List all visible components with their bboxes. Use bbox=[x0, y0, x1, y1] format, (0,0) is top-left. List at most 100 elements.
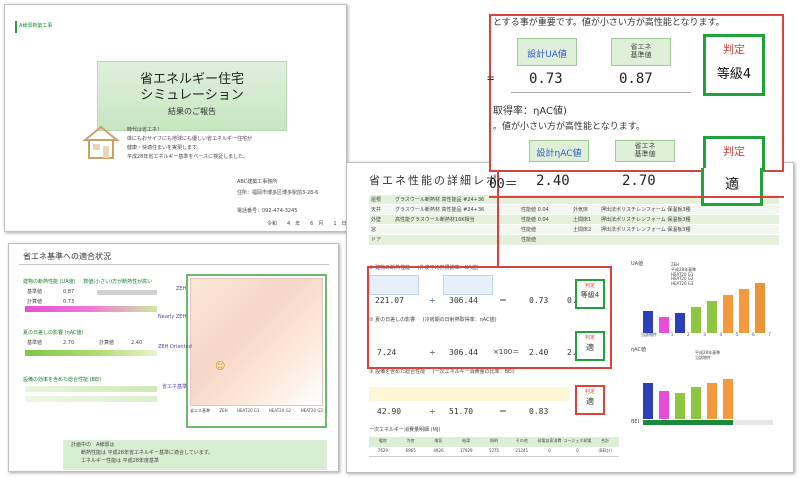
chart-x-label: HEAT20 G2 bbox=[268, 408, 292, 413]
sec3-formula-band bbox=[369, 387, 569, 401]
ua-x-label: 2 bbox=[687, 332, 690, 337]
company-name: ABC建築工事務所 bbox=[237, 179, 278, 185]
ua-x-label: 7 bbox=[768, 332, 771, 337]
energy-val: 0 bbox=[576, 448, 579, 453]
cover-intro-line: 平成28年省エネルギー基準をベースに検証しました。 bbox=[127, 154, 249, 160]
zoom-ua-value: 0.73 bbox=[529, 71, 563, 87]
cover-intro-line: 時代は省エネ！ bbox=[127, 127, 163, 133]
energy-col: 冷房 bbox=[406, 438, 415, 443]
section-bei-title: 設備の効率を含めた総合性能 (BEI) bbox=[23, 377, 102, 383]
eta-bar bbox=[643, 383, 653, 419]
cover-title-line-1: 省エネルギー住宅 bbox=[139, 72, 244, 87]
ua-bar bbox=[739, 289, 749, 333]
ua-bar bbox=[755, 283, 765, 333]
spec-val: 性能値 bbox=[521, 237, 537, 243]
sec3-sub: (一次エネルギー消費量の比率：BEI) bbox=[432, 369, 515, 375]
eta-bar bbox=[25, 350, 157, 356]
company-phone: 電話番号：092-474-3245 bbox=[237, 208, 298, 214]
zoom-ua-base-value: 0.87 bbox=[619, 71, 653, 87]
sec3-judge-value: 適 bbox=[586, 397, 594, 406]
ua-bar bbox=[643, 311, 653, 333]
cover-title-line-2: シミュレーション bbox=[140, 88, 244, 103]
energy-val: 5275 bbox=[488, 448, 500, 453]
spec-desc2: 押出法ポリスチレンフォーム 保温板3種 bbox=[601, 217, 691, 223]
title-underline bbox=[19, 264, 329, 265]
sec3-op-eq: ＝ bbox=[499, 407, 507, 416]
compliance-page: 省エネ基準への適合状況 建物の断熱性能 (UA値) 数値(小さい)方が断熱性が高… bbox=[8, 243, 339, 472]
spec-val: 性能値 bbox=[521, 227, 537, 233]
cover-page: A様邸新築工事 省エネルギー住宅 シミュレーション 結果のご報告 時代は省エネ！… bbox=[4, 4, 347, 232]
energy-table-values: 7629 6965 4926 17929 5275 21241 0 0 (BEI… bbox=[369, 447, 619, 457]
spec-part: 外壁 bbox=[371, 217, 382, 223]
chart-x-label: HEAT20 G1 bbox=[237, 408, 260, 413]
zoom-heading-2: 取得率：ηAC値) bbox=[493, 106, 567, 117]
section-ua-sub: 数値(小さい)方が断熱性が高い bbox=[83, 279, 153, 285]
bei-bar-2 bbox=[25, 396, 157, 402]
chart-y-label: Nearly ZEH bbox=[158, 314, 187, 320]
energy-val: 7629 bbox=[377, 448, 388, 453]
bei-label: BEI bbox=[631, 419, 640, 425]
energy-col: 発電自家消費 bbox=[537, 438, 562, 443]
energy-col: 給湯 bbox=[462, 438, 471, 443]
zoom-ua-judge-box: 判定 等級4 bbox=[703, 34, 765, 96]
zoom-base-head: 省エネ 基準値 bbox=[611, 38, 671, 66]
energy-table: 暖房 冷房 換気 給湯 照明 その他 発電自家消費 コージェネ発電 合計 762… bbox=[369, 437, 619, 457]
spec-row: ドア 性能値 bbox=[369, 235, 779, 245]
energy-col: 照明 bbox=[489, 438, 498, 443]
cover-subtitle: 結果のご報告 bbox=[168, 107, 216, 116]
spec-desc2: 押出法ポリスチレンフォーム 保温板3種 bbox=[601, 227, 691, 233]
spec-part: 窓 bbox=[371, 227, 377, 233]
zoom-eta-base-value: 2.70 bbox=[622, 173, 656, 189]
spec-desc2: 押出法ポリスチレンフォーム 保温板3種 bbox=[601, 207, 691, 213]
chart-green-border bbox=[186, 274, 327, 428]
chart-x-label: HEAT20 G3 bbox=[300, 408, 323, 413]
company-address: 住所：福岡市博多区博多駅前3-28-6 bbox=[237, 190, 319, 196]
spec-part2: 外気床 bbox=[573, 207, 589, 213]
spec-desc: 高性能グラスウール断熱材16K相当 bbox=[395, 217, 475, 223]
energy-val: 17929 bbox=[459, 448, 473, 453]
legend-item: 当該物件 bbox=[695, 354, 711, 360]
ua-x-label: 5 bbox=[735, 332, 739, 337]
spec-row: 天井 グラスウール断熱材 高性能品 #24+36 性能値 0.04 外気床 押出… bbox=[369, 205, 779, 215]
ua-x-label: 1 bbox=[670, 332, 674, 337]
zoom-callout: とする事が重要です。値が小さい方が高性能となります。 設計UA値 省エネ 基準値… bbox=[487, 14, 784, 172]
bei-row: BEI bbox=[631, 419, 781, 427]
ua-bar bbox=[675, 313, 685, 333]
result-line: エネルギー性能は 平成28年度基準 bbox=[81, 458, 159, 464]
eta-base-label: 基準値 bbox=[27, 340, 43, 346]
ua-x-label: 当該物件 bbox=[641, 332, 657, 337]
energy-table-title: 一次エネルギー消費量明細 (MJ) bbox=[369, 427, 440, 433]
eta-bar bbox=[723, 379, 733, 419]
zoom-ua-judge-value: 等級4 bbox=[716, 67, 752, 82]
eta-calc-label: 計算値 bbox=[99, 340, 115, 346]
energy-col: 換気 bbox=[434, 438, 443, 443]
ua-calc-label: 計算値 bbox=[27, 299, 43, 305]
spec-row: 窓 性能値 土間床2 押出法ポリスチレンフォーム 保温板3種 bbox=[369, 225, 779, 235]
zoom-eq: = bbox=[487, 71, 495, 85]
eta-chart-legend: 平成28年基準 当該物件 bbox=[695, 350, 720, 361]
chart-y-label: 省エネ基準 bbox=[162, 384, 188, 390]
chart-y-label: ZEH Oriented bbox=[158, 344, 192, 350]
zoom-eta-judge-label: 判定 bbox=[723, 145, 745, 158]
spec-part2: 土間床2 bbox=[573, 227, 592, 233]
bei-fill bbox=[643, 420, 733, 425]
ua-bar bbox=[707, 301, 717, 333]
legend-item: HEAT20 G3 bbox=[671, 281, 694, 287]
section-eta-note: (ηAC値) bbox=[64, 330, 84, 336]
energy-table-unit: (MJ) bbox=[430, 427, 441, 433]
ua-bar bbox=[723, 295, 733, 333]
spec-val: 性能値 0.04 bbox=[521, 207, 549, 213]
sec3-denominator: 51.70 bbox=[449, 407, 474, 416]
zoom-line-2: 。値が小さい方が高性能となります。 bbox=[493, 122, 645, 132]
sec3-bei-value: 0.83 bbox=[529, 407, 549, 416]
section-ua-label: 建物の断熱性能 bbox=[23, 279, 59, 285]
energy-col: その他 bbox=[515, 438, 528, 443]
zoom-ua-head-label: 設計UA値 bbox=[527, 50, 567, 60]
zoom-eta-head: 設計ηAC値 bbox=[529, 140, 589, 162]
ua-x-label: 3 bbox=[703, 332, 706, 337]
energy-val: (BEI計) bbox=[598, 448, 612, 453]
cover-header-tag: A様邸新築工事 bbox=[19, 23, 53, 29]
spec-part: 屋根 bbox=[371, 197, 382, 203]
energy-col: 合計 bbox=[601, 438, 610, 443]
section-ua-title: 建物の断熱性能 (UA値) 数値(小さい)方が断熱性が高い bbox=[23, 279, 152, 285]
